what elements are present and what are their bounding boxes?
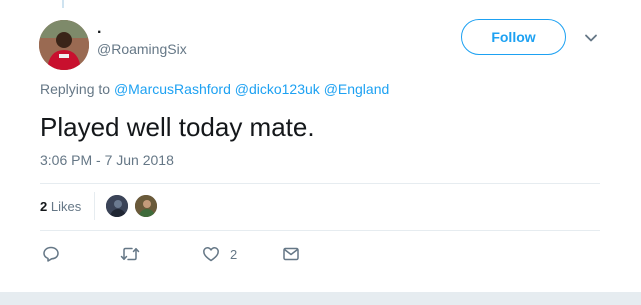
like-button[interactable]: 2 [202, 243, 237, 265]
reply-button[interactable] [42, 243, 60, 265]
divider [40, 183, 600, 184]
heart-icon [202, 245, 220, 263]
mention-link[interactable]: @MarcusRashford [114, 81, 231, 97]
author-avatar[interactable] [39, 20, 89, 70]
author-display-name[interactable]: . [97, 20, 101, 38]
mention-link[interactable]: @dicko123uk [235, 81, 320, 97]
likes-count: 2 [40, 199, 48, 214]
replying-to-prefix: Replying to [40, 81, 111, 97]
retweet-button[interactable] [120, 243, 140, 265]
replying-to-line: Replying to @MarcusRashford @dicko123uk … [40, 81, 389, 97]
likes-stat[interactable]: 2 Likes [40, 199, 81, 214]
reply-icon [42, 245, 60, 263]
follow-button[interactable]: Follow [461, 19, 566, 55]
tweet-page: . @RoamingSix Follow Replying to @Marcus… [0, 0, 641, 305]
liker-avatar[interactable] [134, 194, 158, 218]
mention-link[interactable]: @England [324, 81, 390, 97]
chevron-down-icon[interactable] [582, 29, 600, 47]
retweet-icon [120, 245, 140, 263]
bottom-border [0, 292, 641, 305]
stats-separator [94, 192, 95, 220]
thread-connector-line [62, 0, 64, 8]
divider [40, 230, 600, 231]
liker-avatar[interactable] [105, 194, 129, 218]
tweet-text: Played well today mate. [40, 112, 315, 142]
like-count: 2 [230, 246, 238, 262]
direct-message-button[interactable] [282, 243, 300, 265]
likes-label: Likes [50, 199, 82, 214]
author-handle[interactable]: @RoamingSix [97, 41, 187, 57]
envelope-icon [282, 245, 300, 263]
tweet-timestamp[interactable]: 3:06 PM - 7 Jun 2018 [40, 152, 174, 168]
